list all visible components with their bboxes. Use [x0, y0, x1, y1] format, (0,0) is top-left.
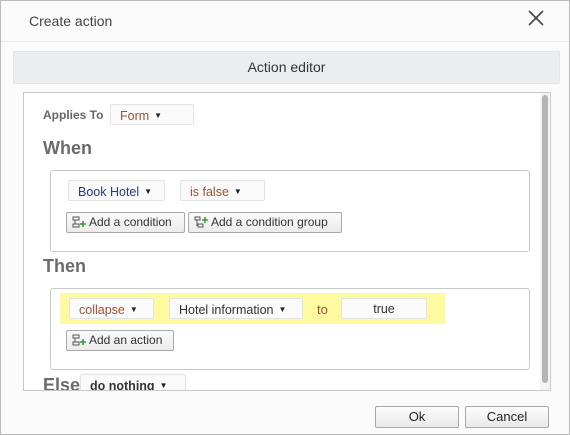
applies-to-label: Applies To	[43, 108, 104, 122]
action-type-dropdown[interactable]: collapse ▼	[69, 298, 154, 319]
close-icon[interactable]	[525, 7, 547, 29]
condition-operator-value: is false	[190, 185, 229, 199]
cancel-button[interactable]: Cancel	[465, 406, 549, 428]
else-action-dropdown[interactable]: do nothing ▼	[80, 374, 186, 391]
add-action-label: Add an action	[89, 333, 163, 347]
then-actions-box: collapse ▼ Hotel information ▼ to true A…	[50, 288, 530, 370]
add-condition-group-label: Add a condition group	[211, 215, 328, 229]
caret-down-icon: ▼	[129, 305, 138, 314]
caret-down-icon: ▼	[233, 187, 242, 196]
add-condition-group-button[interactable]: Add a condition group	[188, 212, 342, 233]
caret-down-icon: ▼	[154, 111, 163, 120]
add-condition-group-icon	[194, 216, 208, 229]
condition-operator-dropdown[interactable]: is false ▼	[180, 180, 265, 201]
ok-button[interactable]: Ok	[375, 406, 459, 428]
dialog-title: Create action	[29, 13, 113, 29]
create-action-dialog: Create action Action editor Applies To F…	[0, 0, 570, 435]
else-heading: Else	[43, 375, 81, 391]
when-heading: When	[43, 138, 92, 158]
action-value: true	[373, 302, 395, 316]
condition-field-dropdown[interactable]: Book Hotel ▼	[68, 180, 165, 201]
caret-down-icon: ▼	[159, 381, 168, 390]
add-action-icon	[72, 334, 86, 347]
condition-field-value: Book Hotel	[78, 185, 140, 199]
applies-to-dropdown[interactable]: Form ▼	[110, 104, 194, 125]
action-target-dropdown[interactable]: Hotel information ▼	[169, 298, 303, 319]
applies-to-value: Form	[120, 109, 150, 123]
when-conditions-box: Book Hotel ▼ is false ▼ Add a condition	[50, 170, 530, 252]
action-value-field[interactable]: true	[341, 298, 427, 319]
caret-down-icon: ▼	[278, 305, 287, 314]
action-target-value: Hotel information	[179, 303, 274, 317]
dialog-titlebar: Create action	[1, 1, 569, 42]
action-editor-header: Action editor	[13, 51, 560, 84]
add-action-button[interactable]: Add an action	[66, 330, 174, 351]
action-type-value: collapse	[79, 303, 125, 317]
vertical-scrollbar[interactable]	[540, 93, 550, 390]
else-action-value: do nothing	[90, 379, 155, 391]
to-label: to	[317, 302, 328, 317]
add-condition-button[interactable]: Add a condition	[66, 212, 185, 233]
then-heading: Then	[43, 256, 86, 276]
rule-editor-panel: Applies To Form ▼ When Book Hotel ▼ is fal…	[23, 92, 551, 391]
add-condition-icon	[72, 216, 86, 229]
scrollbar-thumb[interactable]	[542, 95, 548, 383]
add-condition-label: Add a condition	[89, 215, 172, 229]
caret-down-icon: ▼	[144, 187, 153, 196]
